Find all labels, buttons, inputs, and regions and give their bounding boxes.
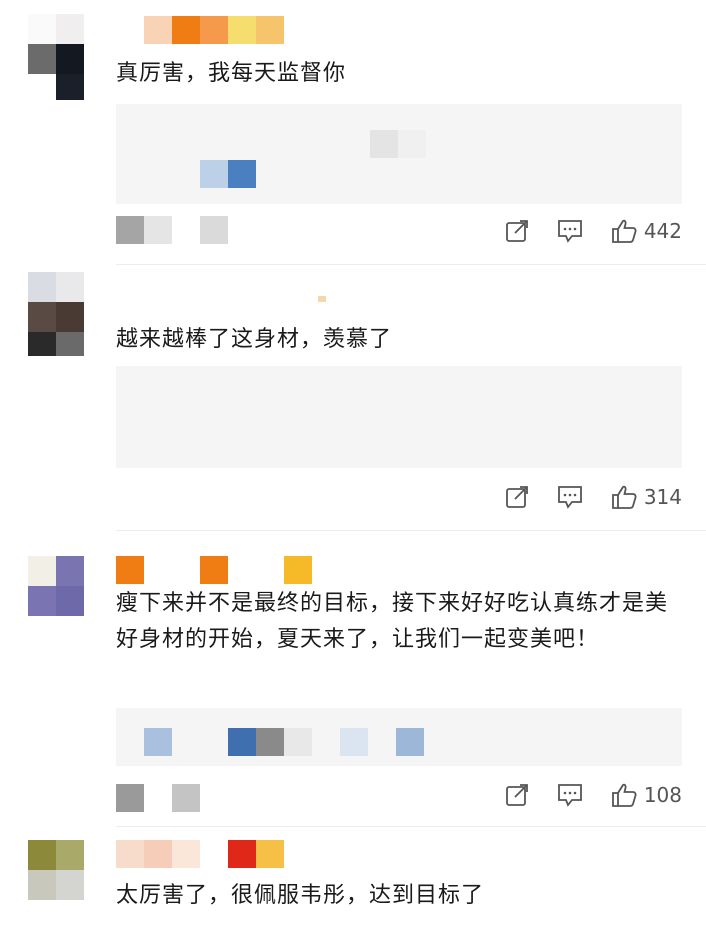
comment-icon [557,220,582,243]
avatar-lower-block [28,332,84,356]
comment-actions: 314 [504,484,682,510]
thumbs-up-icon [611,783,637,807]
like-count: 108 [643,783,682,807]
reply-button[interactable] [556,484,584,510]
like-count: 442 [643,219,682,243]
username[interactable] [116,556,312,586]
comment-item: 越来越棒了这身材，羡慕了 314 [0,266,706,524]
share-button[interactable] [504,782,530,808]
share-icon [505,220,528,242]
quoted-reply-badge [200,160,256,188]
comment-item: 太厉害了，很佩服韦彤，达到目标了 [0,828,706,926]
quoted-reply-badges [144,728,424,756]
comment-item: 瘦下来并不是最终的目标，接下来好好吃认真练才是美好身材的开始，夏天来了，让我们一… [0,532,706,824]
comment-text: 越来越棒了这身材，羡慕了 [116,327,393,352]
share-button[interactable] [504,484,530,510]
comment-text: 太厉害了，很佩服韦彤，达到目标了 [116,883,485,908]
avatar[interactable] [28,556,84,616]
thumbs-up-icon [611,219,637,243]
comment-text: 真厉害，我每天监督你 [116,61,347,86]
quoted-reply-block[interactable] [116,366,682,468]
avatar[interactable] [28,840,84,900]
like-button[interactable]: 442 [610,218,682,244]
divider [116,530,706,531]
divider [116,264,706,265]
avatar-lower-block [56,74,84,100]
comment-meta [116,784,200,812]
like-button[interactable]: 314 [610,484,682,510]
comment-icon [557,486,582,509]
like-button[interactable]: 108 [610,782,682,808]
share-icon [505,486,528,508]
comment-icon [557,784,582,807]
comment-meta [116,216,228,244]
reply-button[interactable] [556,782,584,808]
avatar[interactable] [28,272,84,332]
username[interactable] [318,296,326,302]
divider [116,826,706,827]
share-button[interactable] [504,218,530,244]
avatar[interactable] [28,14,84,74]
comment-actions: 442 [504,218,682,244]
quoted-reply-username [370,130,426,158]
reply-button[interactable] [556,218,584,244]
comment-text: 瘦下来并不是最终的目标，接下来好好吃认真练才是美好身材的开始，夏天来了，让我们一… [116,591,669,652]
like-count: 314 [643,485,682,509]
share-icon [505,784,528,806]
comment-item: 真厉害，我每天监督你 442 [0,0,706,262]
thumbs-up-icon [611,485,637,509]
comment-actions: 108 [504,782,682,808]
username[interactable] [144,16,284,46]
username[interactable] [116,840,284,870]
